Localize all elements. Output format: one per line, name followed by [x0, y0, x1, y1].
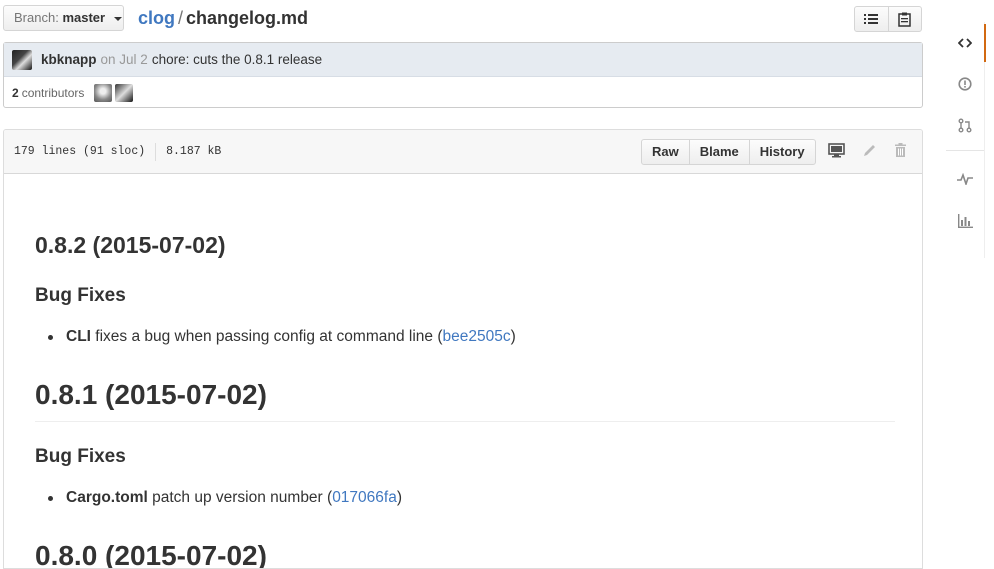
item-scope: CLI [66, 328, 91, 345]
bullet [48, 496, 53, 501]
contributors[interactable]: 2 contributors [4, 77, 922, 109]
repo-sidebar-nav [946, 22, 986, 258]
commit-author[interactable]: kbknapp [41, 52, 97, 67]
file-lines: 179 lines (91 sloc) [14, 145, 146, 158]
divider [35, 421, 895, 422]
commit-message[interactable]: chore: cuts the 0.8.1 release [152, 52, 322, 67]
branch-selector-button[interactable]: Branch: master [3, 5, 124, 31]
file-header: 179 lines (91 sloc) 8.187 kB Raw Blame H… [4, 130, 922, 174]
desktop-icon[interactable] [828, 143, 845, 163]
clipboard-icon[interactable] [887, 7, 922, 31]
breadcrumb: clog / changelog.md [138, 7, 308, 29]
divider [946, 150, 984, 151]
commit-link[interactable]: 017066fa [332, 489, 397, 506]
caret-down-icon [113, 16, 122, 21]
pull-request-icon[interactable] [946, 106, 984, 144]
file-nav-buttons [854, 6, 922, 32]
avatar[interactable] [94, 84, 113, 102]
contributors-count: 2 [12, 86, 19, 100]
divider [155, 142, 157, 161]
branch-name: master [62, 10, 106, 25]
item-close: ) [510, 328, 516, 345]
breadcrumb-repo-link[interactable]: clog [138, 8, 175, 28]
contributors-label: contributors [21, 86, 85, 100]
code-icon[interactable] [946, 24, 986, 62]
item-close: ) [396, 489, 403, 506]
list-icon[interactable] [855, 7, 888, 31]
trash-icon[interactable] [894, 143, 907, 163]
item-text: patch up version number ( [147, 489, 333, 506]
item-text: fixes a bug when passing config at comma… [90, 328, 443, 345]
commit-tease: kbknapp on Jul 2 chore: cuts the 0.8.1 r… [3, 42, 923, 108]
breadcrumb-file: changelog.md [186, 8, 309, 28]
heading-version-082: 0.8.2 (2015-07-02) [35, 232, 226, 258]
raw-button[interactable]: Raw [642, 140, 689, 164]
breadcrumb-separator: / [178, 8, 184, 28]
avatar[interactable] [12, 49, 32, 70]
file-actions: Raw Blame History [641, 139, 816, 165]
file-size: 8.187 kB [166, 145, 222, 158]
bullet [48, 335, 53, 340]
file-info: 179 lines (91 sloc) 8.187 kB [14, 130, 221, 173]
pencil-icon[interactable] [862, 143, 877, 163]
list-item: Cargo.toml patch up version number (0170… [48, 489, 403, 507]
pulse-icon[interactable] [946, 160, 984, 198]
avatar[interactable] [115, 84, 134, 102]
graphs-icon[interactable] [946, 202, 984, 240]
history-button[interactable]: History [748, 140, 815, 164]
file-view: 179 lines (91 sloc) 8.187 kB Raw Blame H… [3, 129, 923, 569]
item-scope: Cargo.toml [66, 489, 148, 506]
heading-version-081: 0.8.1 (2015-07-02) [35, 379, 267, 410]
latest-commit: kbknapp on Jul 2 chore: cuts the 0.8.1 r… [4, 43, 922, 77]
commit-date: on Jul 2 [100, 52, 148, 67]
list-item: CLI fixes a bug when passing config at c… [48, 328, 516, 346]
heading-version-080: 0.8.0 (2015-07-02) [35, 540, 267, 569]
blame-button[interactable]: Blame [688, 140, 749, 164]
heading-bug-fixes: Bug Fixes [35, 285, 126, 306]
issue-icon[interactable] [946, 65, 984, 103]
branch-prefix: Branch: [14, 10, 59, 25]
commit-link[interactable]: bee2505c [443, 328, 511, 345]
heading-bug-fixes: Bug Fixes [35, 446, 126, 467]
